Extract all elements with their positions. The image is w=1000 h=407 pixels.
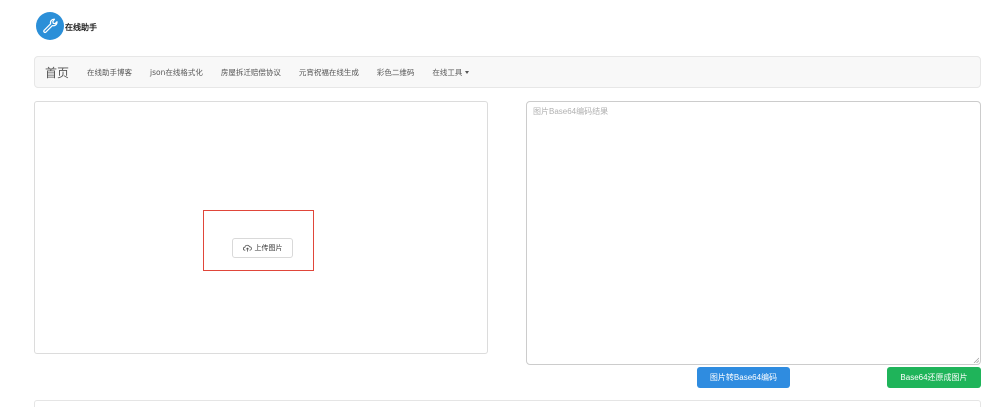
image-to-base64-button[interactable]: 图片转Base64编码 (697, 367, 790, 388)
upload-image-button[interactable]: 上传图片 (232, 238, 293, 258)
top-navbar: 首页 在线助手博客 json在线格式化 房屋拆迁赔偿协议 元宵祝福在线生成 彩色… (34, 56, 981, 88)
caret-down-icon (465, 71, 470, 74)
upload-dropzone[interactable]: 上传图片 (203, 210, 314, 271)
nav-item-json-format[interactable]: json在线格式化 (141, 67, 212, 78)
site-logo[interactable]: 在线助手 (36, 12, 97, 40)
resize-grip-icon[interactable] (973, 357, 979, 363)
nav-item-demolition-agreement[interactable]: 房屋拆迁赔偿协议 (212, 67, 290, 78)
nav-item-blog[interactable]: 在线助手博客 (78, 67, 141, 78)
base64-result-textarea[interactable] (526, 101, 981, 365)
nav-home-link[interactable]: 首页 (35, 64, 78, 81)
logo-text: 在线助手 (65, 22, 97, 32)
nav-dropdown-online-tools[interactable]: 在线工具 (423, 67, 478, 78)
base64-to-image-button[interactable]: Base64还原成图片 (887, 367, 981, 388)
wrench-icon (36, 12, 64, 40)
upload-button-label: 上传图片 (254, 244, 283, 252)
nav-item-lantern-greeting[interactable]: 元宵祝福在线生成 (290, 67, 368, 78)
nav-item-color-qrcode[interactable]: 彩色二维码 (368, 67, 424, 78)
upload-panel: 上传图片 (34, 101, 488, 354)
cloud-upload-icon (242, 244, 252, 252)
nav-dropdown-label: 在线工具 (432, 67, 463, 77)
bottom-panel (34, 400, 981, 407)
